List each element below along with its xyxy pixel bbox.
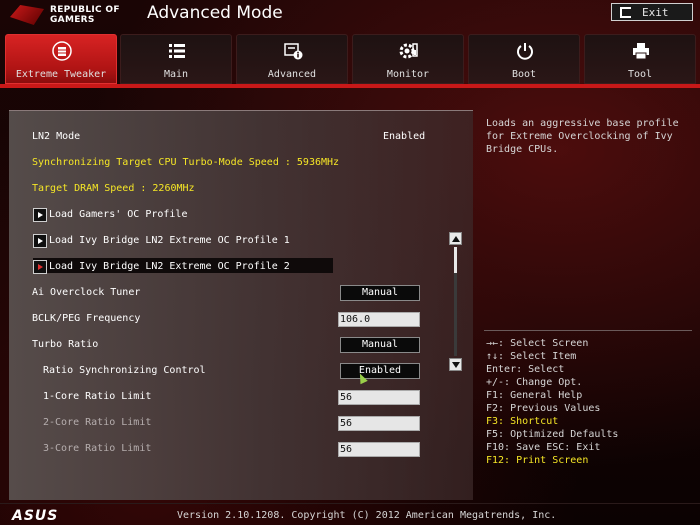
tweaker-icon <box>52 41 72 61</box>
info-text: Synchronizing Target CPU Turbo-Mode Spee… <box>32 157 340 168</box>
asus-logo: ASUS <box>12 508 59 524</box>
tab-label: Boot <box>511 69 537 80</box>
help-description: Loads an aggressive base profile for Ext… <box>486 118 679 155</box>
submenu-label: Load Gamers' OC Profile <box>49 209 188 220</box>
core2-ratio-input[interactable]: 56 <box>338 416 420 431</box>
key-hint: F5: Optimized Defaults <box>486 429 619 440</box>
exit-button[interactable]: Exit <box>611 3 693 21</box>
key-legend: →←: Select Screen ↑↓: Select Item Enter:… <box>486 337 696 467</box>
setting-label: 3-Core Ratio Limit <box>43 443 152 454</box>
monitor-gear-icon <box>399 43 418 59</box>
key-hint: F1: General Help <box>486 390 583 401</box>
settings-panel: LN2 Mode Enabled Synchronizing Target CP… <box>9 110 473 500</box>
list-icon <box>169 44 185 58</box>
setting-ln2-mode: LN2 Mode Enabled <box>9 128 449 146</box>
core3-ratio-input[interactable]: 56 <box>338 442 420 457</box>
load-ivy-profile-2[interactable]: Load Ivy Bridge LN2 Extreme OC Profile 2 <box>9 258 449 276</box>
core1-ratio-input[interactable]: 56 <box>338 390 420 405</box>
scrollbar-thumb[interactable] <box>454 247 457 273</box>
scroll-up-button[interactable] <box>449 232 462 245</box>
tab-advanced[interactable]: Advanced <box>236 34 348 84</box>
power-icon <box>517 43 533 60</box>
divider <box>484 330 692 331</box>
key-hint: F10: Save ESC: Exit <box>486 442 601 453</box>
setting-core1-ratio: 1-Core Ratio Limit 56 <box>9 388 449 406</box>
setting-label: BCLK/PEG Frequency <box>32 313 141 324</box>
version-text: Version 2.10.1208. Copyright (C) 2012 Am… <box>177 510 557 521</box>
key-hint: →←: Select Screen <box>486 338 589 349</box>
load-ivy-profile-1[interactable]: Load Ivy Bridge LN2 Extreme OC Profile 1 <box>9 232 449 250</box>
tab-label: Extreme Tweaker <box>15 69 107 80</box>
ratio-sync-select[interactable]: Enabled <box>340 363 420 379</box>
exit-icon <box>620 7 631 18</box>
tab-boot[interactable]: Boot <box>468 34 580 84</box>
bclk-input[interactable]: 106.0 <box>338 312 420 327</box>
info-target-dram: Target DRAM Speed : 2260MHz <box>9 180 449 198</box>
tab-label: Monitor <box>386 69 430 80</box>
footer: ASUS Version 2.10.1208. Copyright (C) 20… <box>0 503 700 525</box>
page-title: Advanced Mode <box>147 3 283 23</box>
load-gamers-profile[interactable]: Load Gamers' OC Profile <box>9 206 449 224</box>
tab-tool[interactable]: Tool <box>584 34 696 84</box>
rog-eye-icon <box>10 5 44 25</box>
setting-label: Turbo Ratio <box>32 339 99 350</box>
printer-tool-icon <box>633 43 649 60</box>
key-hint-shortcut[interactable]: F3: Shortcut <box>486 415 696 428</box>
turbo-ratio-select[interactable]: Manual <box>340 337 420 353</box>
ai-overclock-select[interactable]: Manual <box>340 285 420 301</box>
tab-label: Main <box>163 69 189 80</box>
setting-ai-overclock-tuner: Ai Overclock Tuner Manual <box>9 284 449 302</box>
advanced-info-icon <box>284 43 303 60</box>
tab-label: Tool <box>627 69 653 80</box>
submenu-arrow-icon <box>33 208 47 222</box>
key-hint: +/-: Change Opt. <box>486 377 583 388</box>
setting-label: 2-Core Ratio Limit <box>43 417 152 428</box>
tab-monitor[interactable]: Monitor <box>352 34 464 84</box>
scroll-down-button[interactable] <box>449 358 462 371</box>
submenu-arrow-icon <box>33 260 47 274</box>
setting-label: LN2 Mode <box>32 131 81 142</box>
info-sync-cpu-speed: Synchronizing Target CPU Turbo-Mode Spee… <box>9 154 449 172</box>
key-hint-print-screen[interactable]: F12: Print Screen <box>486 454 696 467</box>
exit-label: Exit <box>642 6 669 19</box>
rog-logo: REPUBLIC OF GAMERS <box>10 4 128 26</box>
submenu-label: Load Ivy Bridge LN2 Extreme OC Profile 1 <box>49 235 290 246</box>
setting-label: 1-Core Ratio Limit <box>43 391 152 402</box>
setting-label: Ai Overclock Tuner <box>32 287 141 298</box>
submenu-arrow-icon <box>33 234 47 248</box>
brand-text: REPUBLIC OF GAMERS <box>50 5 120 25</box>
setting-label: Ratio Synchronizing Control <box>43 365 206 376</box>
header: REPUBLIC OF GAMERS Advanced Mode Exit <box>0 0 700 30</box>
key-hint: ↑↓: Select Item <box>486 351 577 362</box>
setting-ratio-sync: Ratio Synchronizing Control Enabled <box>9 362 449 380</box>
info-text: Target DRAM Speed : 2260MHz <box>32 183 195 194</box>
tab-extreme-tweaker[interactable]: Extreme Tweaker <box>5 34 117 84</box>
tab-main[interactable]: Main <box>120 34 232 84</box>
tab-divider <box>0 84 700 88</box>
key-hint: F2: Previous Values <box>486 403 601 414</box>
key-hint: Enter: Select <box>486 364 565 375</box>
submenu-label: Load Ivy Bridge LN2 Extreme OC Profile 2 <box>49 261 290 272</box>
setting-turbo-ratio: Turbo Ratio Manual <box>9 336 449 354</box>
help-panel: Loads an aggressive base profile for Ext… <box>478 110 700 500</box>
setting-core2-ratio: 2-Core Ratio Limit 56 <box>9 414 449 432</box>
setting-core3-ratio: 3-Core Ratio Limit 56 <box>9 440 449 458</box>
setting-bclk-frequency: BCLK/PEG Frequency 106.0 <box>9 310 449 328</box>
setting-value: Enabled <box>383 131 426 142</box>
tab-label: Advanced <box>267 69 317 80</box>
